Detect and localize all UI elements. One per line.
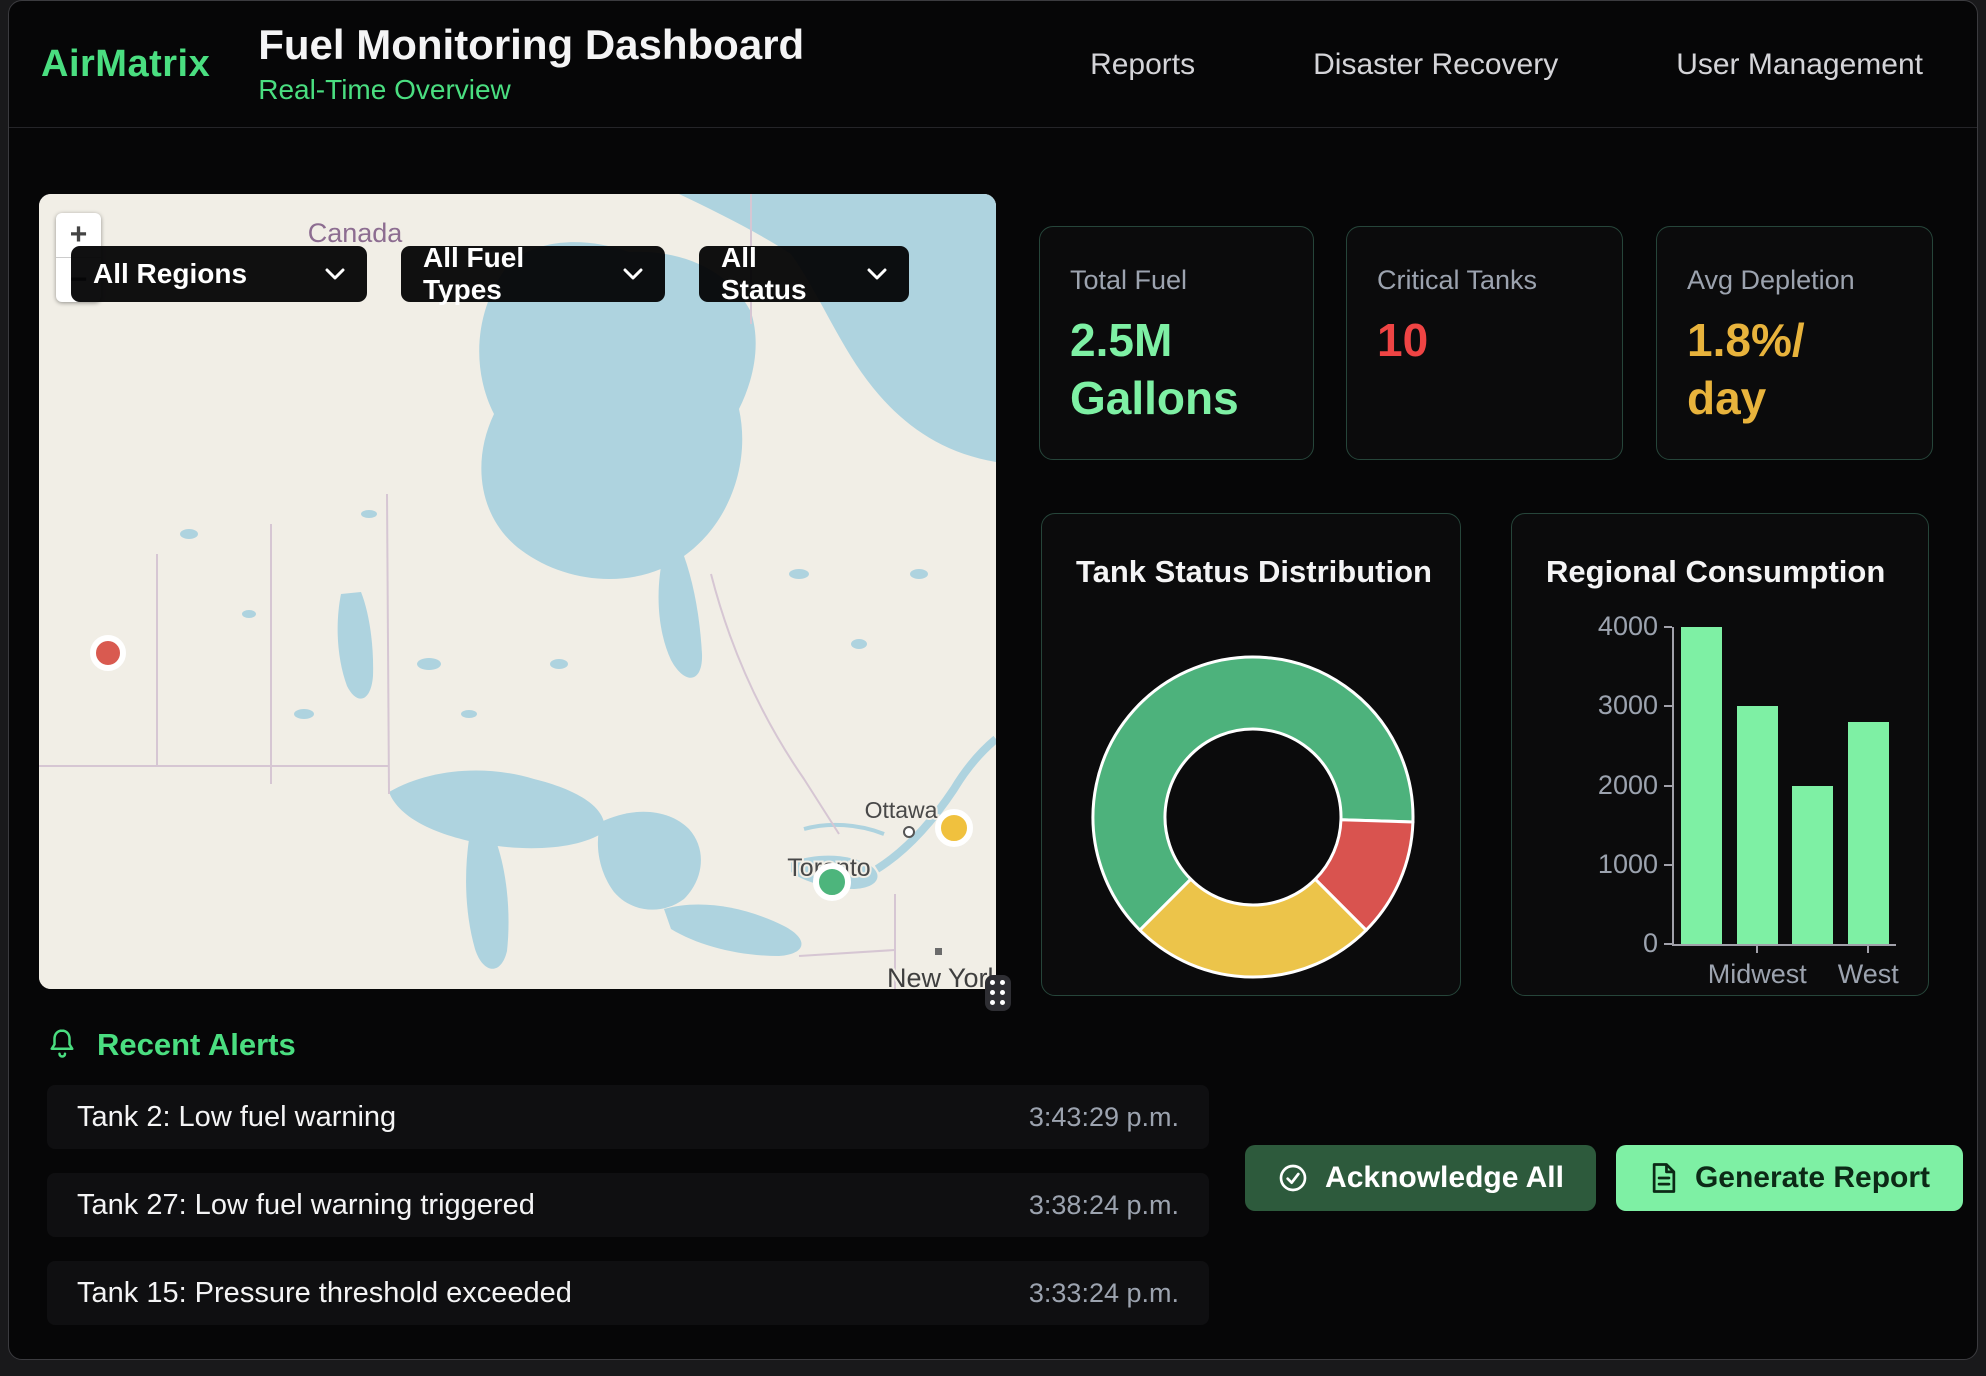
alert-text: Tank 27: Low fuel warning triggered bbox=[77, 1189, 535, 1222]
stat-card-avg-depletion: Avg Depletion 1.8%/ day bbox=[1656, 226, 1933, 460]
y-axis-tick-mark bbox=[1664, 705, 1672, 707]
stat-label: Total Fuel bbox=[1070, 265, 1283, 296]
chart-title: Regional Consumption bbox=[1546, 554, 1885, 590]
alert-row: Tank 27: Low fuel warning triggered 3:38… bbox=[47, 1173, 1209, 1237]
stat-label: Critical Tanks bbox=[1377, 265, 1592, 296]
recent-alerts-title: Recent Alerts bbox=[97, 1027, 296, 1063]
x-axis-tick-label: West bbox=[1788, 959, 1929, 990]
x-axis-tick-mark bbox=[1867, 944, 1869, 953]
page-subtitle: Real-Time Overview bbox=[258, 74, 804, 106]
tank-status-distribution-card: Tank Status Distribution bbox=[1041, 513, 1461, 996]
map-canvas[interactable]: Canada Ottawa Toronto New York bbox=[39, 194, 996, 989]
alert-timestamp: 3:33:24 p.m. bbox=[1029, 1278, 1179, 1309]
acknowledge-all-button[interactable]: Acknowledge All bbox=[1245, 1145, 1596, 1211]
map-label-ottawa: Ottawa bbox=[865, 797, 938, 823]
region-filter-value: All Regions bbox=[93, 258, 247, 290]
bell-icon bbox=[47, 1028, 77, 1062]
map-small-lake bbox=[550, 659, 568, 669]
status-filter-dropdown[interactable]: All Status bbox=[699, 246, 909, 302]
title-block: Fuel Monitoring Dashboard Real-Time Over… bbox=[258, 22, 804, 106]
dashboard-container: AirMatrix Fuel Monitoring Dashboard Real… bbox=[8, 0, 1978, 1360]
check-circle-icon bbox=[1277, 1162, 1309, 1194]
dashboard-page: AirMatrix Fuel Monitoring Dashboard Real… bbox=[0, 0, 1986, 1376]
chevron-down-icon bbox=[867, 268, 887, 280]
stat-value-critical-tanks: 10 bbox=[1377, 312, 1592, 370]
status-filter-value: All Status bbox=[721, 242, 849, 306]
map-small-lake bbox=[417, 658, 441, 670]
y-axis-tick-mark bbox=[1664, 785, 1672, 787]
chevron-down-icon bbox=[623, 268, 643, 280]
y-axis-tick-label: 0 bbox=[1568, 928, 1658, 959]
y-axis-tick-mark bbox=[1664, 626, 1672, 628]
y-axis-tick-label: 2000 bbox=[1568, 770, 1658, 801]
tank-marker-normal[interactable] bbox=[816, 866, 848, 898]
bar-3[interactable] bbox=[1848, 722, 1889, 944]
map-filters: All Regions All Fuel Types All Status bbox=[71, 246, 909, 302]
map-small-lake bbox=[242, 610, 256, 618]
tank-marker-warning[interactable] bbox=[938, 812, 970, 844]
map-small-lake bbox=[851, 639, 867, 649]
map-small-lake bbox=[461, 710, 477, 718]
brand-logo: AirMatrix bbox=[41, 43, 210, 86]
recent-alerts-header: Recent Alerts bbox=[47, 1027, 296, 1063]
fuel-type-filter-value: All Fuel Types bbox=[423, 242, 605, 306]
y-axis-tick-label: 4000 bbox=[1568, 611, 1658, 642]
bar-1[interactable] bbox=[1737, 706, 1778, 944]
map-label-canada: Canada bbox=[308, 218, 404, 248]
map-label-newyork: New York bbox=[887, 963, 996, 989]
alert-text: Tank 2: Low fuel warning bbox=[77, 1101, 396, 1134]
main-nav: Reports Disaster Recovery User Managemen… bbox=[1090, 1, 1923, 128]
stat-label: Avg Depletion bbox=[1687, 265, 1902, 296]
stat-card-critical-tanks: Critical Tanks 10 bbox=[1346, 226, 1623, 460]
regional-consumption-card: Regional Consumption 01000200030004000Mi… bbox=[1511, 513, 1929, 996]
fuel-type-filter-dropdown[interactable]: All Fuel Types bbox=[401, 246, 665, 302]
page-title: Fuel Monitoring Dashboard bbox=[258, 22, 804, 68]
map-small-lake bbox=[180, 529, 198, 539]
stat-value-total-fuel: 2.5M Gallons bbox=[1070, 312, 1283, 427]
map-resize-grip-icon[interactable] bbox=[985, 975, 1011, 1011]
stat-value-avg-depletion: 1.8%/ day bbox=[1687, 312, 1902, 427]
map-small-lake bbox=[294, 709, 314, 719]
generate-report-button[interactable]: Generate Report bbox=[1616, 1145, 1963, 1211]
nav-item-user-management[interactable]: User Management bbox=[1676, 48, 1923, 82]
y-axis-tick-label: 3000 bbox=[1568, 690, 1658, 721]
y-axis-tick-mark bbox=[1664, 864, 1672, 866]
map-small-lake bbox=[789, 569, 809, 579]
fuel-map[interactable]: Canada Ottawa Toronto New York + − All R… bbox=[39, 194, 996, 989]
bar-2[interactable] bbox=[1792, 786, 1833, 945]
acknowledge-all-label: Acknowledge All bbox=[1325, 1161, 1564, 1195]
alert-row: Tank 15: Pressure threshold exceeded 3:3… bbox=[47, 1261, 1209, 1325]
alert-row: Tank 2: Low fuel warning 3:43:29 p.m. bbox=[47, 1085, 1209, 1149]
newyork-city-dot bbox=[935, 948, 942, 955]
tank-marker-critical[interactable] bbox=[93, 638, 123, 668]
stat-card-total-fuel: Total Fuel 2.5M Gallons bbox=[1039, 226, 1314, 460]
tank-status-donut-chart[interactable] bbox=[1042, 514, 1461, 996]
regional-consumption-bar-chart[interactable]: 01000200030004000MidwestWest bbox=[1672, 627, 1896, 946]
y-axis-tick-label: 1000 bbox=[1568, 849, 1658, 880]
x-axis-tick-mark bbox=[1756, 944, 1758, 953]
map-small-lake bbox=[361, 510, 377, 518]
ottawa-city-dot bbox=[904, 827, 914, 837]
document-icon bbox=[1649, 1162, 1679, 1194]
nav-item-reports[interactable]: Reports bbox=[1090, 48, 1195, 82]
alert-timestamp: 3:38:24 p.m. bbox=[1029, 1190, 1179, 1221]
map-small-lake bbox=[910, 569, 928, 579]
chevron-down-icon bbox=[325, 268, 345, 280]
region-filter-dropdown[interactable]: All Regions bbox=[71, 246, 367, 302]
alert-text: Tank 15: Pressure threshold exceeded bbox=[77, 1277, 572, 1310]
nav-item-disaster-recovery[interactable]: Disaster Recovery bbox=[1313, 48, 1558, 82]
alert-timestamp: 3:43:29 p.m. bbox=[1029, 1102, 1179, 1133]
y-axis-tick-mark bbox=[1664, 943, 1672, 945]
bar-0[interactable] bbox=[1681, 627, 1722, 944]
app-header: AirMatrix Fuel Monitoring Dashboard Real… bbox=[9, 1, 1977, 128]
generate-report-label: Generate Report bbox=[1695, 1161, 1930, 1195]
